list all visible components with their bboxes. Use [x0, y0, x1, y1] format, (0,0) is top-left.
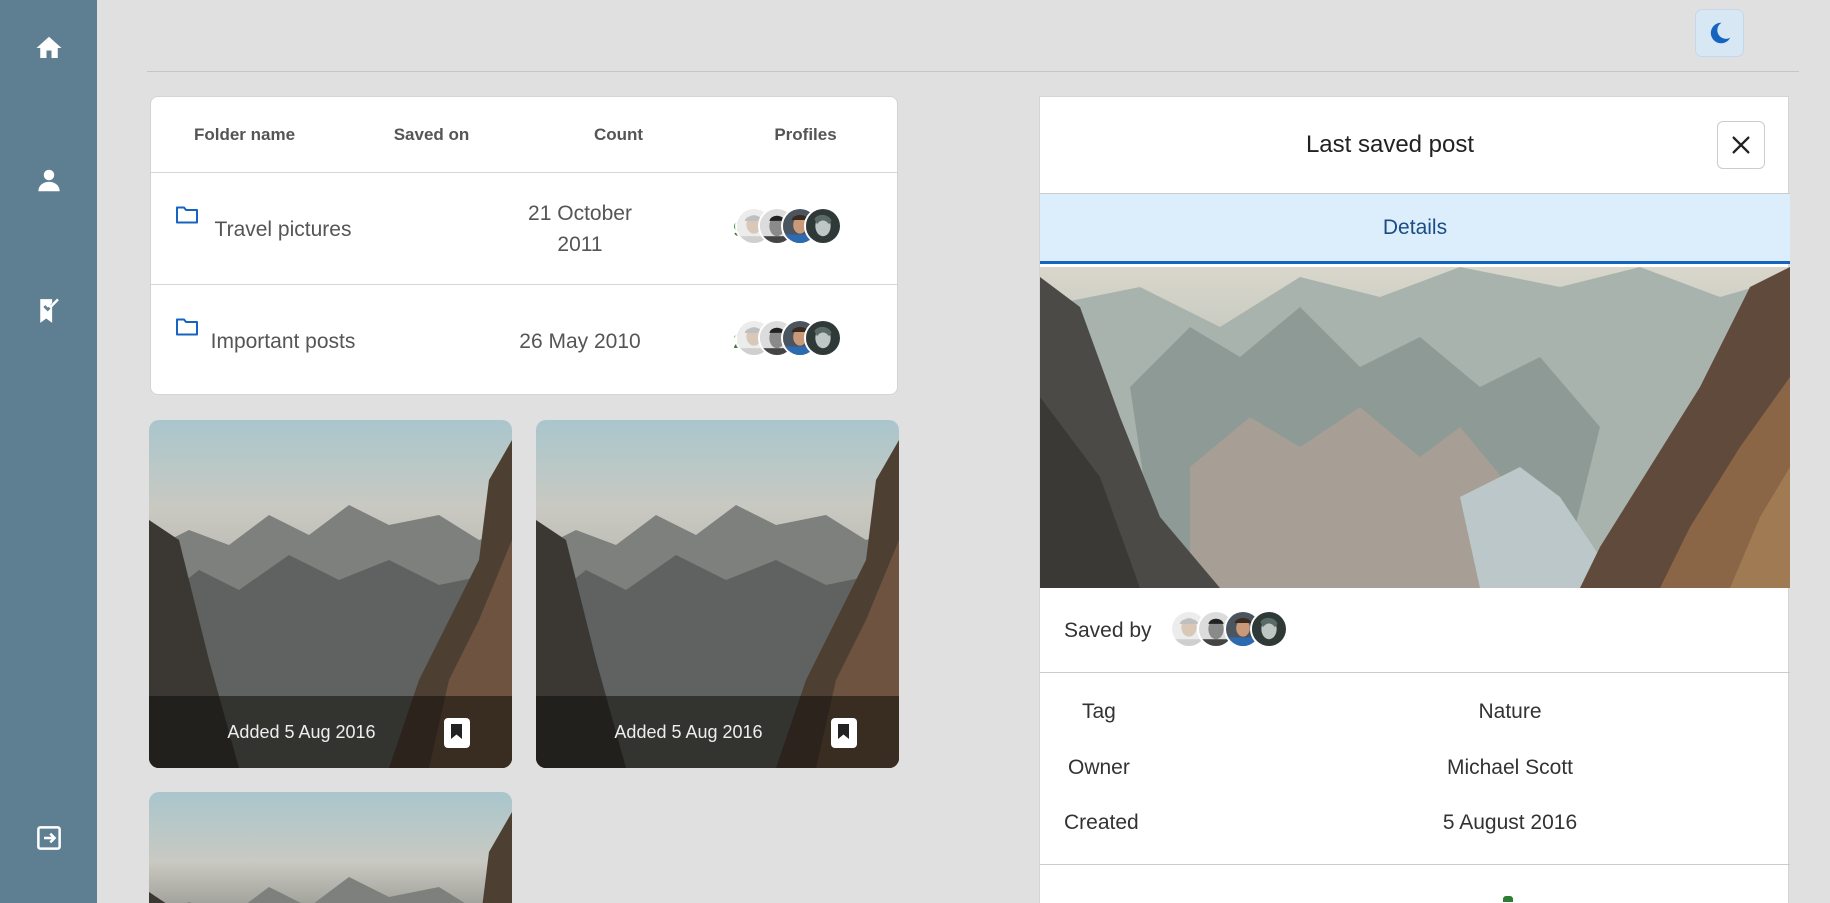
column-header-profiles: Profiles — [774, 124, 837, 144]
created-label: Created — [1064, 811, 1139, 834]
theme-toggle-button[interactable] — [1695, 9, 1744, 57]
post-card[interactable]: Added 5 Aug 2016 — [149, 420, 512, 768]
owner-value: Michael Scott — [1446, 756, 1574, 779]
folder-name: Travel pictures — [214, 217, 352, 241]
table-row[interactable]: Travel pictures 21 October 2011 9 posts — [151, 172, 897, 284]
avatar — [804, 319, 842, 357]
post-card[interactable]: Added 5 Aug 2016 — [536, 420, 899, 768]
logout-icon — [36, 826, 61, 850]
folder-icon — [176, 206, 198, 224]
logout-button[interactable] — [0, 808, 97, 868]
card-footer: Added 5 Aug 2016 — [149, 696, 512, 768]
panel-title: Last saved post — [1305, 131, 1475, 158]
column-header-folder-name: Folder name — [193, 124, 296, 144]
tag-value: Nature — [1478, 700, 1542, 723]
created-value: 5 August 2016 — [1442, 811, 1578, 834]
partial-icon — [1503, 896, 1513, 902]
folder-icon — [176, 318, 198, 336]
tab-details[interactable]: Details — [1040, 194, 1790, 264]
saved-button[interactable] — [0, 281, 97, 341]
saved-on: 26 May 2010 — [519, 329, 641, 353]
post-image — [1040, 267, 1790, 588]
user-icon — [37, 169, 60, 192]
moon-icon — [1710, 22, 1730, 44]
close-icon — [1732, 136, 1750, 154]
post-card[interactable] — [149, 792, 512, 903]
close-button[interactable] — [1717, 121, 1765, 169]
profile-avatars — [735, 319, 845, 357]
card-footer: Added 5 Aug 2016 — [536, 696, 899, 768]
card-date: Added 5 Aug 2016 — [227, 721, 376, 742]
bookmark-icon[interactable] — [444, 718, 470, 748]
profile-avatars — [735, 207, 845, 245]
folders-table: Folder name Saved on Count Profiles Trav… — [150, 96, 898, 395]
avatar — [1250, 610, 1288, 648]
saved-by-avatars — [1170, 610, 1290, 648]
avatar — [804, 207, 842, 245]
bookmark-icon[interactable] — [831, 718, 857, 748]
saved-by-label: Saved by — [1064, 619, 1152, 642]
post-image — [149, 792, 512, 903]
home-button[interactable] — [0, 18, 97, 78]
column-header-saved-on: Saved on — [393, 124, 470, 144]
column-header-count: Count — [593, 124, 644, 144]
divider — [1040, 672, 1790, 673]
folder-name: Important posts — [210, 329, 356, 353]
bookmark-check-icon — [39, 298, 59, 323]
saved-on: 21 October 2011 — [528, 202, 632, 256]
profile-button[interactable] — [0, 150, 97, 210]
card-date: Added 5 Aug 2016 — [614, 721, 763, 742]
tag-label: Tag — [1082, 700, 1116, 723]
home-icon — [36, 36, 61, 58]
detail-panel: Last saved post Details Saved by Tag Nat… — [1039, 96, 1790, 903]
owner-label: Owner — [1068, 756, 1130, 779]
header-divider — [147, 71, 1799, 72]
table-row[interactable]: Important posts 26 May 2010 2 posts — [151, 284, 897, 394]
divider — [1040, 864, 1790, 865]
sidebar — [0, 0, 97, 903]
